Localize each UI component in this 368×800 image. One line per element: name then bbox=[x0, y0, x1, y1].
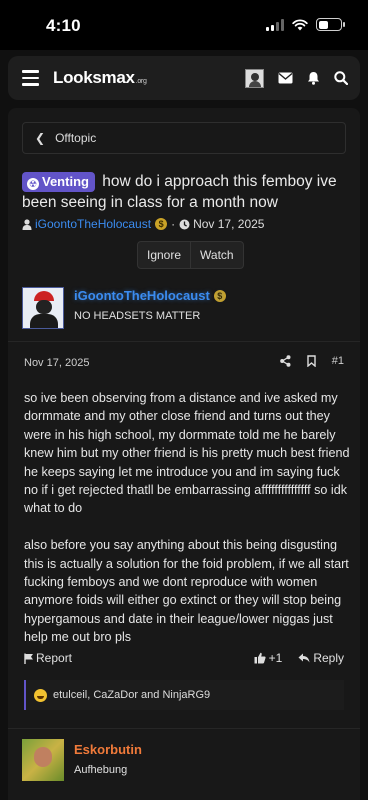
reactions-bar[interactable]: etulceil, CaZaDor and NinjaRG9 bbox=[24, 680, 344, 710]
header-actions bbox=[245, 68, 348, 88]
wifi-icon bbox=[292, 18, 308, 30]
bookmark-icon[interactable] bbox=[307, 355, 316, 367]
user-icon bbox=[22, 218, 32, 230]
share-icon[interactable] bbox=[279, 355, 291, 367]
site-logo[interactable]: Looksmax.org bbox=[53, 68, 147, 88]
like-button[interactable]: +1 bbox=[254, 651, 282, 665]
laughing-emoji-icon bbox=[34, 688, 47, 702]
report-button[interactable]: Report bbox=[24, 651, 72, 665]
ignore-button[interactable]: Ignore bbox=[138, 242, 190, 268]
post-actions: #1 bbox=[279, 355, 344, 367]
breadcrumb-label: Offtopic bbox=[55, 131, 97, 145]
clock-icon bbox=[179, 219, 190, 229]
dollar-icon: $ bbox=[213, 289, 226, 302]
reply-icon bbox=[298, 653, 310, 663]
post-body: so ive been observing from a distance an… bbox=[24, 389, 354, 647]
thread-meta: iGoontoTheHolocaust $ · Nov 17, 2025 bbox=[22, 217, 264, 231]
signal-icon bbox=[266, 18, 284, 31]
post-author-avatar[interactable] bbox=[22, 287, 64, 329]
post-paragraph: also before you say anything about this … bbox=[24, 538, 349, 645]
status-icons bbox=[266, 18, 345, 31]
dollar-icon: $ bbox=[155, 218, 168, 230]
bell-icon[interactable] bbox=[307, 71, 320, 85]
reactions-list: etulceil, CaZaDor and NinjaRG9 bbox=[53, 689, 211, 701]
radiation-icon: ☢ bbox=[27, 178, 39, 190]
user-avatar-icon[interactable] bbox=[245, 68, 264, 88]
thread-buttons: Ignore Watch bbox=[137, 241, 244, 269]
next-post-user-title: Aufhebung bbox=[74, 764, 128, 776]
next-post-avatar[interactable] bbox=[22, 739, 64, 781]
battery-icon bbox=[316, 18, 345, 31]
divider bbox=[8, 341, 360, 342]
post-author-name[interactable]: iGoontoTheHolocaust $ bbox=[74, 288, 226, 303]
status-time: 4:10 bbox=[46, 16, 81, 35]
mail-icon[interactable] bbox=[278, 72, 293, 84]
reply-button[interactable]: Reply bbox=[298, 651, 344, 665]
post-paragraph: so ive been observing from a distance an… bbox=[24, 391, 350, 516]
thread-date[interactable]: Nov 17, 2025 bbox=[193, 217, 264, 231]
next-post-author[interactable]: Eskorbutin bbox=[74, 742, 142, 757]
post-footer: Report +1 Reply bbox=[24, 651, 344, 665]
thumbs-up-icon bbox=[254, 652, 266, 664]
breadcrumb[interactable]: ❮ Offtopic bbox=[22, 122, 346, 154]
post-user-title: NO HEADSETS MATTER bbox=[74, 310, 201, 322]
venting-badge[interactable]: ☢ Venting bbox=[22, 172, 95, 192]
app-header: Looksmax.org bbox=[8, 56, 360, 100]
post-number[interactable]: #1 bbox=[332, 355, 344, 367]
flag-icon bbox=[24, 653, 33, 664]
thread-title: ☢ Venting how do i approach this femboy i… bbox=[22, 171, 352, 213]
next-post: Eskorbutin Aufhebung bbox=[8, 728, 360, 800]
search-icon[interactable] bbox=[334, 71, 348, 85]
menu-icon[interactable] bbox=[22, 70, 39, 86]
watch-button[interactable]: Watch bbox=[190, 242, 243, 268]
post-footer-right: +1 Reply bbox=[254, 651, 344, 665]
chevron-left-icon: ❮ bbox=[35, 131, 46, 145]
status-bar: 4:10 bbox=[0, 0, 368, 50]
post-date[interactable]: Nov 17, 2025 bbox=[24, 357, 89, 369]
thread-author[interactable]: iGoontoTheHolocaust bbox=[35, 217, 151, 231]
